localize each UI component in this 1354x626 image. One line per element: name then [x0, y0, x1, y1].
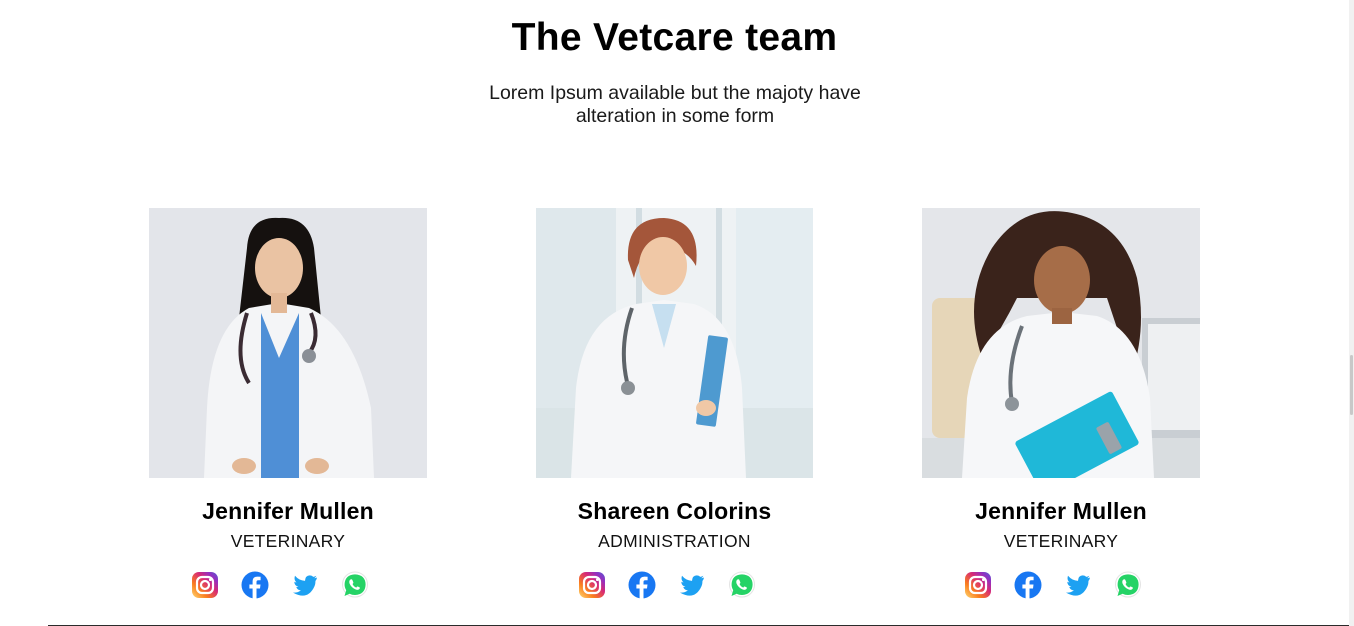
team-member-role: VETERINARY: [230, 531, 346, 551]
scrollbar-thumb[interactable]: [1350, 355, 1353, 415]
whatsapp-icon[interactable]: [1114, 571, 1142, 599]
facebook-icon[interactable]: [1014, 571, 1042, 599]
twitter-icon[interactable]: [1064, 571, 1092, 599]
team-member-role: VETERINARY: [1003, 531, 1119, 551]
social-links: [149, 571, 427, 599]
scrollbar[interactable]: [1349, 0, 1354, 626]
team-member-card: Jennifer Mullen VETERINARY: [149, 208, 427, 618]
team-member-role: ADMINISTRATION: [598, 531, 751, 551]
twitter-icon[interactable]: [291, 571, 319, 599]
team-section: The Vetcare team Lorem Ipsum available b…: [0, 0, 1354, 626]
instagram-icon[interactable]: [964, 571, 992, 599]
instagram-icon[interactable]: [578, 571, 606, 599]
social-links: [922, 571, 1200, 599]
team-member-photo: [922, 208, 1200, 478]
team-member-photo: [536, 208, 813, 478]
facebook-icon[interactable]: [241, 571, 269, 599]
team-member-card: Shareen Colorins ADMINISTRATION: [536, 208, 813, 618]
facebook-icon[interactable]: [628, 571, 656, 599]
team-member-name: Shareen Colorins: [577, 498, 772, 524]
section-subtitle: Lorem Ipsum available but the majoty hav…: [489, 82, 861, 127]
social-links: [536, 571, 813, 599]
instagram-icon[interactable]: [191, 571, 219, 599]
whatsapp-icon[interactable]: [728, 571, 756, 599]
twitter-icon[interactable]: [678, 571, 706, 599]
team-member-card: Jennifer Mullen VETERINARY: [922, 208, 1200, 618]
team-member-name: Jennifer Mullen: [202, 498, 374, 524]
team-member-name: Jennifer Mullen: [975, 498, 1147, 524]
team-member-photo: [149, 208, 427, 478]
section-title: The Vetcare team: [511, 16, 838, 59]
whatsapp-icon[interactable]: [341, 571, 369, 599]
